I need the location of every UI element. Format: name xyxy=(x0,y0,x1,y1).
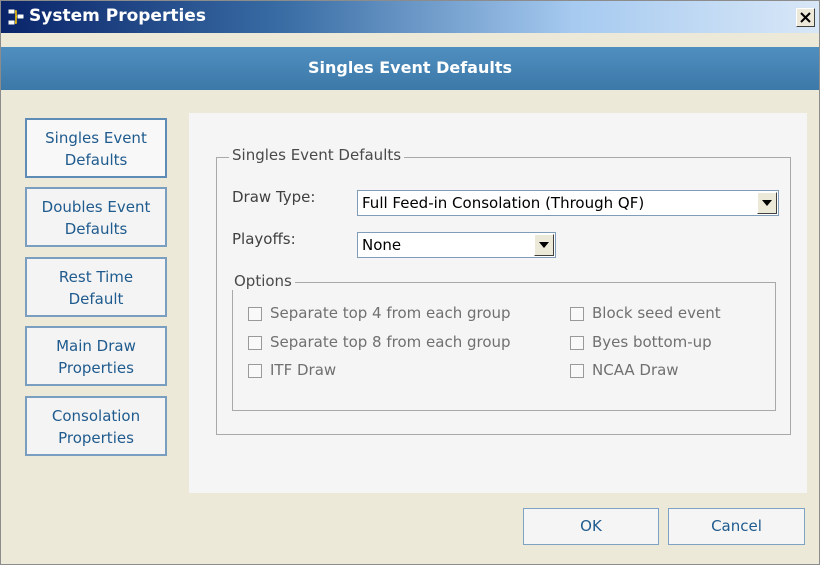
nav-main-draw-properties[interactable]: Main Draw Properties xyxy=(25,326,167,386)
nav-label-line2: Defaults xyxy=(64,151,128,169)
app-icon xyxy=(7,8,25,26)
checkbox-label: NCAA Draw xyxy=(592,361,679,379)
checkbox-label: Byes bottom-up xyxy=(592,333,712,351)
singles-event-defaults-group: Singles Event Defaults Draw Type: Full F… xyxy=(216,146,791,435)
checkbox-box[interactable] xyxy=(248,336,262,350)
nav-singles-event-defaults[interactable]: Singles Event Defaults xyxy=(25,118,167,178)
section-header: Singles Event Defaults xyxy=(1,47,819,90)
title-bar[interactable]: System Properties xyxy=(1,1,819,33)
draw-type-value: Full Feed-in Consolation (Through QF) xyxy=(362,194,645,212)
separate-top-4-checkbox[interactable]: Separate top 4 from each group xyxy=(248,304,568,324)
nav-rest-time-default[interactable]: Rest Time Default xyxy=(25,257,167,317)
draw-type-label: Draw Type: xyxy=(232,188,316,206)
draw-type-dropdown-button[interactable] xyxy=(757,192,777,214)
group-title: Singles Event Defaults xyxy=(229,146,405,164)
ncaa-draw-checkbox[interactable]: NCAA Draw xyxy=(570,361,760,381)
options-group: Options Separate top 4 from each group S… xyxy=(231,272,776,411)
playoffs-dropdown-button[interactable] xyxy=(534,234,554,256)
checkbox-box[interactable] xyxy=(570,364,584,378)
options-title: Options xyxy=(231,272,295,290)
byes-bottom-up-checkbox[interactable]: Byes bottom-up xyxy=(570,333,760,353)
playoffs-label: Playoffs: xyxy=(232,230,296,248)
nav-label-line2: Properties xyxy=(58,429,134,447)
chevron-down-icon xyxy=(539,242,549,248)
checkbox-box[interactable] xyxy=(248,307,262,321)
checkbox-label: Separate top 8 from each group xyxy=(270,333,511,351)
playoffs-select[interactable]: None xyxy=(357,232,556,258)
nav-label-line1: Doubles Event xyxy=(41,198,151,216)
block-seed-event-checkbox[interactable]: Block seed event xyxy=(570,304,760,324)
nav-doubles-event-defaults[interactable]: Doubles Event Defaults xyxy=(25,187,167,247)
playoffs-value: None xyxy=(362,236,402,254)
nav-label-line1: Consolation xyxy=(51,407,141,425)
nav-consolation-properties[interactable]: Consolation Properties xyxy=(25,396,167,456)
ok-button[interactable]: OK xyxy=(523,508,659,545)
nav-label-line2: Default xyxy=(68,290,124,308)
cancel-button[interactable]: Cancel xyxy=(668,508,805,545)
nav-label-line2: Properties xyxy=(58,359,134,377)
nav-label-line1: Main Draw xyxy=(56,337,136,355)
system-properties-window: System Properties Singles Event Defaults… xyxy=(0,0,820,565)
checkbox-box[interactable] xyxy=(570,307,584,321)
checkbox-label: Separate top 4 from each group xyxy=(270,304,511,322)
section-header-title: Singles Event Defaults xyxy=(307,58,513,77)
checkbox-label: Block seed event xyxy=(592,304,721,322)
close-icon xyxy=(800,12,811,23)
nav-label-line2: Defaults xyxy=(64,220,128,238)
checkbox-label: ITF Draw xyxy=(270,361,337,379)
checkbox-box[interactable] xyxy=(570,336,584,350)
chevron-down-icon xyxy=(762,200,772,206)
nav-label-line1: Rest Time xyxy=(58,268,134,286)
settings-panel: Singles Event Defaults Draw Type: Full F… xyxy=(189,113,807,493)
draw-type-select[interactable]: Full Feed-in Consolation (Through QF) xyxy=(357,190,779,216)
close-button[interactable] xyxy=(796,8,815,27)
itf-draw-checkbox[interactable]: ITF Draw xyxy=(248,361,568,381)
nav-label-line1: Singles Event xyxy=(45,129,147,147)
separate-top-8-checkbox[interactable]: Separate top 8 from each group xyxy=(248,333,568,353)
checkbox-box[interactable] xyxy=(248,364,262,378)
window-title: System Properties xyxy=(29,6,206,26)
